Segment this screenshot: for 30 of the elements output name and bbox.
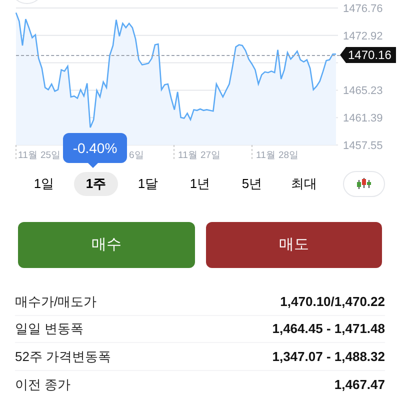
axis-label: 1465.23 xyxy=(343,85,383,98)
change-tooltip: -0.40% xyxy=(63,133,127,163)
axis-label: 11월 27일 xyxy=(178,150,222,161)
axis-label: 1457.55 xyxy=(343,140,383,152)
axis-label: 11월 25일 xyxy=(18,150,62,161)
candlestick-icon xyxy=(356,178,372,190)
axis-label: 11월 28일 xyxy=(256,150,300,161)
stat-value: 1,470.10/1,470.22 xyxy=(280,292,385,310)
range-tab[interactable]: 최대 xyxy=(282,172,326,196)
candlestick-button[interactable] xyxy=(343,171,385,197)
range-tab[interactable]: 5년 xyxy=(230,172,274,196)
stat-label: 일일 변동폭 xyxy=(15,320,84,338)
range-tab[interactable]: 1년 xyxy=(178,172,222,196)
stat-label: 매수가/매도가 xyxy=(15,292,97,310)
sell-button[interactable]: 매도 xyxy=(206,222,382,268)
stat-label: 이전 종가 xyxy=(15,376,71,394)
range-tab[interactable]: 1주 xyxy=(74,172,118,196)
stat-value: 1,467.47 xyxy=(334,376,385,394)
stat-value: 1,347.07 - 1,488.32 xyxy=(272,348,385,366)
axis-label: 1476.76 xyxy=(343,3,383,15)
range-tab[interactable]: 1달 xyxy=(126,172,170,196)
tag-pointer-icon xyxy=(340,47,346,64)
stat-label: 52주 가격변동폭 xyxy=(15,348,112,366)
buy-button[interactable]: 매수 xyxy=(18,222,194,268)
tooltip-pointer-icon xyxy=(87,162,99,168)
range-tab[interactable]: 1일 xyxy=(22,172,66,196)
axis-label: 1461.39 xyxy=(343,112,383,125)
axis-label: 1472.92 xyxy=(343,30,383,42)
stat-value: 1,464.45 - 1,471.48 xyxy=(272,320,385,338)
axis-label: 6일 xyxy=(129,150,144,161)
